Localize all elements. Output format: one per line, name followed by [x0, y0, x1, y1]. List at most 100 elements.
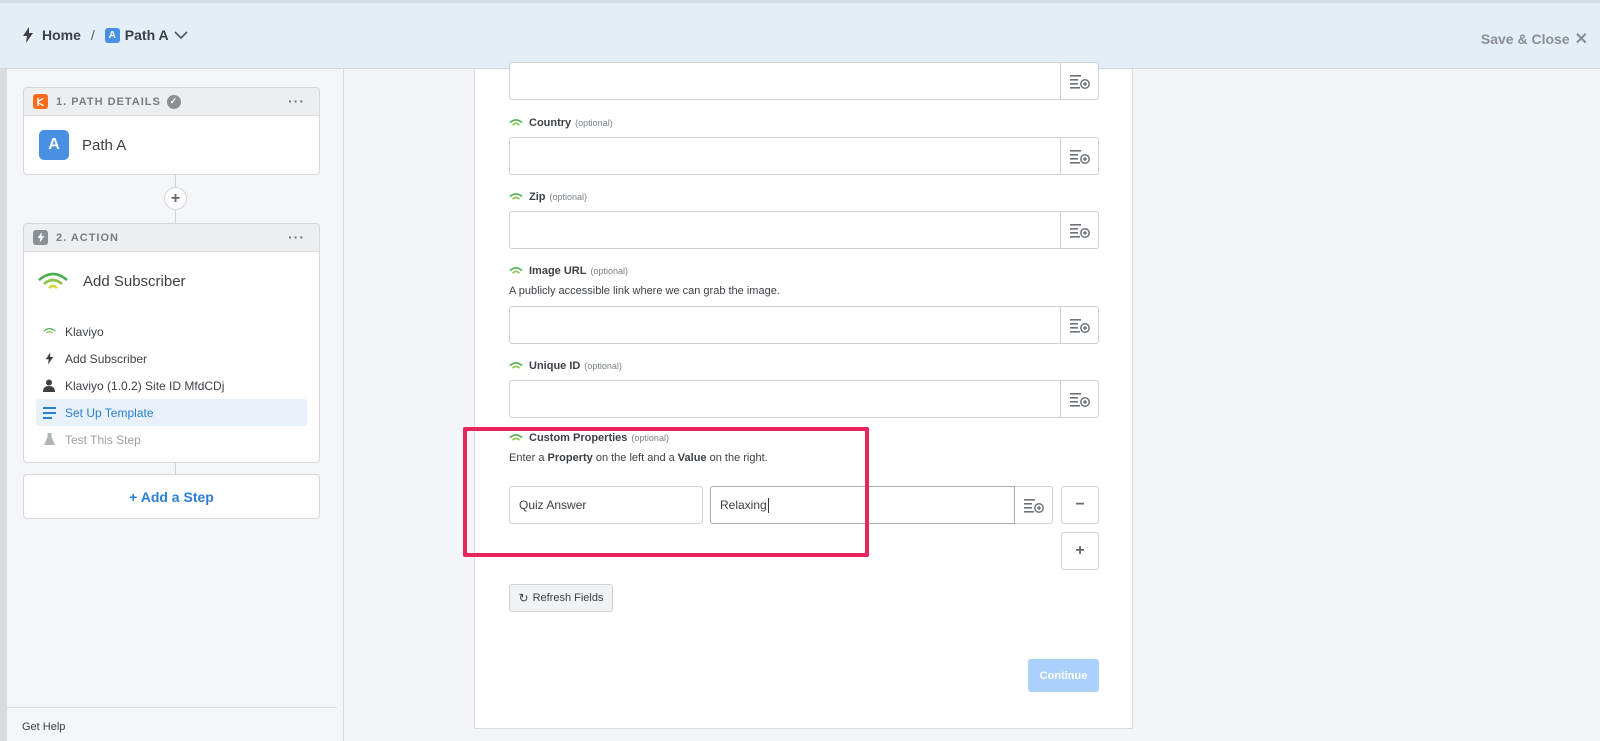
insert-data-icon — [1069, 392, 1090, 407]
breadcrumb-home[interactable]: Home — [42, 27, 81, 43]
field-label-text: Unique ID — [529, 360, 581, 372]
top-bar: Home / A Path A Save & Close ✕ — [0, 0, 1600, 69]
step-label: Klaviyo — [65, 324, 104, 339]
custom-properties-field: Custom Properties (optional) Enter a Pro… — [509, 431, 1099, 464]
field-label-text: Zip — [529, 191, 546, 203]
optional-tag: (optional) — [575, 118, 613, 128]
action-title: 2. ACTION — [56, 231, 119, 244]
klaviyo-icon — [509, 362, 523, 369]
previous-field-input[interactable] — [509, 62, 1061, 100]
previous-field — [509, 62, 1099, 100]
bolt-icon — [23, 27, 33, 43]
property-value-text: Relaxing — [720, 498, 767, 512]
breadcrumb-path[interactable]: Path A — [125, 27, 169, 43]
action-header: 2. ACTION ··· — [24, 224, 319, 252]
step-app[interactable]: Klaviyo — [36, 318, 307, 345]
action-card[interactable]: 2. ACTION ··· Add Subscriber Klaviyo Add… — [23, 223, 320, 463]
template-icon — [42, 406, 56, 420]
help-text: Enter a — [509, 452, 548, 464]
insert-data-button[interactable] — [1061, 62, 1099, 100]
zip-input[interactable] — [509, 211, 1061, 249]
image-url-input[interactable] — [509, 306, 1061, 344]
remove-property-button[interactable]: − — [1061, 486, 1099, 524]
insert-data-icon — [1069, 318, 1090, 333]
insert-data-button[interactable] — [1061, 211, 1099, 249]
custom-properties-label: Custom Properties (optional) — [509, 431, 1099, 445]
add-property-button[interactable]: + — [1061, 532, 1099, 570]
previous-field-row — [509, 62, 1099, 100]
path-row[interactable]: A Path A — [24, 116, 319, 174]
field-label-text: Country — [529, 117, 572, 129]
optional-tag: (optional) — [631, 433, 669, 443]
insert-data-icon — [1023, 498, 1044, 513]
template-form-panel: Country (optional) Zip (optional) Image … — [474, 62, 1133, 729]
field-label-text: Image URL — [529, 265, 587, 277]
continue-button[interactable]: Continue — [1028, 659, 1099, 692]
zip-input-row — [509, 211, 1099, 249]
country-field: Country (optional) — [509, 116, 1099, 175]
more-menu-icon[interactable]: ··· — [288, 93, 305, 109]
insert-data-button[interactable] — [1061, 137, 1099, 175]
save-close-label: Save & Close — [1480, 31, 1570, 47]
refresh-fields-button[interactable]: ↻ Refresh Fields — [509, 584, 613, 612]
image-url-input-row — [509, 306, 1099, 344]
optional-tag: (optional) — [549, 192, 588, 202]
step-label: Test This Step — [65, 432, 141, 447]
step-account[interactable]: Klaviyo (1.0.2) Site ID MfdCDj — [36, 372, 307, 399]
property-value-input[interactable]: Relaxing — [710, 486, 1015, 524]
image-url-label: Image URL (optional) — [509, 264, 1099, 278]
klaviyo-icon — [509, 119, 523, 126]
path-details-card[interactable]: 1. PATH DETAILS ✓ ··· A Path A — [23, 87, 320, 175]
optional-tag: (optional) — [590, 266, 628, 276]
add-step-button[interactable]: + Add a Step — [23, 474, 320, 519]
save-close-button[interactable]: Save & Close ✕ — [1481, 29, 1588, 49]
help-text: on the left and a — [592, 452, 678, 464]
path-details-title: 1. PATH DETAILS — [56, 95, 161, 108]
connector-line — [175, 463, 176, 474]
path-details-header: 1. PATH DETAILS ✓ ··· — [24, 88, 319, 116]
flask-icon — [42, 433, 56, 447]
klaviyo-icon — [509, 434, 523, 441]
insert-data-button[interactable] — [1061, 380, 1099, 418]
action-app-row[interactable]: Add Subscriber — [24, 252, 319, 310]
country-label: Country (optional) — [509, 116, 1099, 130]
custom-property-pair: Quiz Answer Relaxing — [509, 486, 1053, 524]
zip-field: Zip (optional) — [509, 190, 1099, 249]
check-icon: ✓ — [166, 94, 181, 109]
klaviyo-icon — [509, 193, 523, 200]
user-icon — [42, 379, 56, 393]
get-help-link[interactable]: Get Help — [7, 707, 337, 741]
close-icon: ✕ — [1574, 31, 1588, 48]
add-step-between-icon[interactable]: + — [164, 187, 187, 210]
insert-data-button[interactable] — [1015, 486, 1053, 524]
text-caret — [767, 497, 769, 513]
unique-id-field: Unique ID (optional) — [509, 359, 1099, 418]
unique-id-label: Unique ID (optional) — [509, 359, 1099, 373]
property-key-input[interactable]: Quiz Answer — [509, 486, 703, 524]
help-bold-property: Property — [547, 452, 593, 464]
action-steps: Klaviyo Add Subscriber Klaviyo (1.0.2) S… — [24, 310, 319, 462]
chevron-down-icon[interactable] — [174, 30, 188, 40]
unique-id-input[interactable] — [509, 380, 1061, 418]
step-set-up-template[interactable]: Set Up Template — [36, 399, 307, 426]
image-url-field: Image URL (optional) A publicly accessib… — [509, 264, 1099, 344]
step-label: Add Subscriber — [65, 351, 148, 366]
country-input-row — [509, 137, 1099, 175]
refresh-icon: ↻ — [518, 591, 529, 605]
more-menu-icon[interactable]: ··· — [288, 229, 305, 245]
country-input[interactable] — [509, 137, 1061, 175]
insert-data-icon — [1069, 223, 1090, 238]
step-action-event[interactable]: Add Subscriber — [36, 345, 307, 372]
path-badge-icon: A — [104, 27, 120, 43]
unique-id-input-row — [509, 380, 1099, 418]
path-name: Path A — [82, 136, 127, 154]
insert-data-button[interactable] — [1061, 306, 1099, 344]
breadcrumb-separator: / — [90, 27, 95, 43]
bolt-icon — [33, 230, 48, 245]
help-bold-value: Value — [677, 452, 707, 464]
step-test[interactable]: Test This Step — [36, 426, 307, 453]
klaviyo-icon — [509, 267, 523, 274]
custom-properties-help: Enter a Property on the left and a Value… — [509, 452, 1099, 464]
action-app-title: Add Subscriber — [83, 272, 186, 290]
paths-icon — [33, 94, 48, 109]
